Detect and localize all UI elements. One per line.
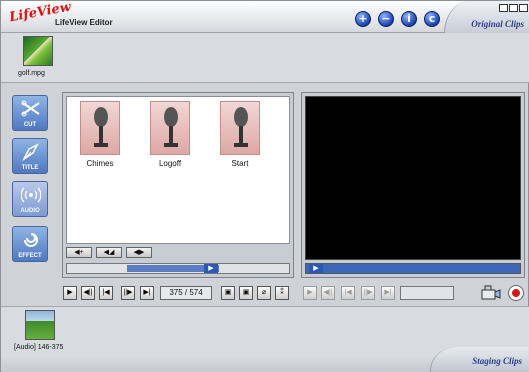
preview-step-back-button[interactable]: ◀|| bbox=[321, 286, 335, 300]
audio-item-logoff[interactable]: Logoff bbox=[142, 101, 198, 168]
staging-clips-label: Staging Clips bbox=[472, 356, 522, 366]
preview-counter bbox=[400, 286, 454, 300]
maximize-icon[interactable] bbox=[509, 4, 518, 12]
original-clips-label: Original Clips bbox=[471, 19, 524, 29]
title-tool-button[interactable]: TITLE bbox=[12, 138, 48, 174]
tool-label: CUT bbox=[23, 122, 37, 128]
tool-label: AUDIO bbox=[20, 208, 40, 214]
preview-position-slider[interactable]: ▶ bbox=[305, 263, 521, 274]
copyright-icon[interactable]: c bbox=[424, 11, 440, 27]
staged-clip-thumbnail[interactable] bbox=[25, 310, 55, 340]
audio-file-list[interactable]: Chimes Logoff Start bbox=[66, 96, 290, 244]
plus-icon[interactable]: + bbox=[355, 11, 371, 27]
swirl-icon bbox=[24, 233, 38, 247]
fade-audio-button[interactable]: ◀◢ bbox=[96, 247, 122, 258]
capture-camera-icon[interactable] bbox=[481, 285, 501, 301]
minus-icon[interactable]: − bbox=[378, 11, 394, 27]
audio-item-start[interactable]: Start bbox=[212, 101, 268, 168]
effect-tool-button[interactable]: EFFECT bbox=[12, 226, 48, 262]
minimize-icon[interactable] bbox=[499, 4, 508, 12]
microphone-icon bbox=[150, 101, 190, 155]
split-button[interactable]: ⁑ bbox=[275, 286, 289, 300]
audio-tool-button[interactable]: AUDIO bbox=[12, 181, 48, 217]
microphone-icon bbox=[220, 101, 260, 155]
staging-clips-tab[interactable]: Staging Clips bbox=[430, 347, 528, 372]
mark-in-button[interactable]: ▣ bbox=[221, 286, 235, 300]
slider-knob[interactable]: ▶ bbox=[204, 264, 218, 273]
preview-panel: ▶ bbox=[301, 92, 525, 278]
audio-position-slider[interactable]: ▶ bbox=[66, 263, 290, 274]
video-preview-screen bbox=[305, 96, 521, 260]
speaker-wave-icon bbox=[21, 187, 41, 203]
preview-go-end-button[interactable]: ▶| bbox=[381, 286, 395, 300]
original-clips-tab[interactable]: Original Clips bbox=[444, 1, 529, 33]
microphone-icon bbox=[80, 101, 120, 155]
clip-thumbnail-golf[interactable] bbox=[23, 36, 53, 66]
slider-knob[interactable]: ▶ bbox=[309, 264, 323, 273]
balance-audio-button[interactable]: ◀▶ bbox=[126, 247, 152, 258]
preview-step-forward-button[interactable]: ||▶ bbox=[361, 286, 375, 300]
original-clips-strip: golf.mpg bbox=[1, 33, 529, 83]
tool-label: TITLE bbox=[21, 165, 39, 171]
clip-label: golf.mpg bbox=[18, 70, 45, 77]
info-icon[interactable]: i bbox=[401, 11, 417, 27]
record-button[interactable] bbox=[508, 285, 524, 301]
step-forward-button[interactable]: ||▶ bbox=[121, 286, 135, 300]
go-end-button[interactable]: ▶| bbox=[140, 286, 154, 300]
close-icon[interactable] bbox=[519, 4, 528, 12]
audio-item-label: Chimes bbox=[86, 159, 114, 168]
preview-play-button[interactable]: ▶ bbox=[303, 286, 317, 300]
erase-button[interactable]: ⌀ bbox=[257, 286, 271, 300]
lifeview-editor-window: LifeView LifeView Editor + − i c Origina… bbox=[0, 0, 529, 372]
tool-label: EFFECT bbox=[18, 253, 42, 259]
play-button[interactable]: ▶ bbox=[63, 286, 77, 300]
audio-item-label: Logoff bbox=[158, 159, 182, 168]
staged-clip-label: [Audio] 146-375 bbox=[14, 344, 64, 351]
cut-tool-button[interactable]: CUT bbox=[12, 95, 48, 131]
step-back-button[interactable]: ◀|| bbox=[81, 286, 95, 300]
scissors-icon bbox=[21, 100, 40, 117]
go-start-button[interactable]: |◀ bbox=[99, 286, 113, 300]
audio-item-label: Start bbox=[231, 159, 249, 168]
pen-icon bbox=[22, 143, 39, 161]
frame-counter: 375 / 574 bbox=[160, 286, 212, 300]
title-bar: LifeView LifeView Editor + − i c Origina… bbox=[1, 0, 529, 33]
app-title: LifeView Editor bbox=[55, 18, 113, 27]
audio-library-panel: Chimes Logoff Start ◀+ ◀◢ ◀▶ ▶ bbox=[62, 92, 294, 278]
preview-go-start-button[interactable]: |◀ bbox=[341, 286, 355, 300]
mark-out-button[interactable]: ▣ bbox=[239, 286, 253, 300]
add-audio-button[interactable]: ◀+ bbox=[66, 247, 92, 258]
audio-item-chimes[interactable]: Chimes bbox=[72, 101, 128, 168]
